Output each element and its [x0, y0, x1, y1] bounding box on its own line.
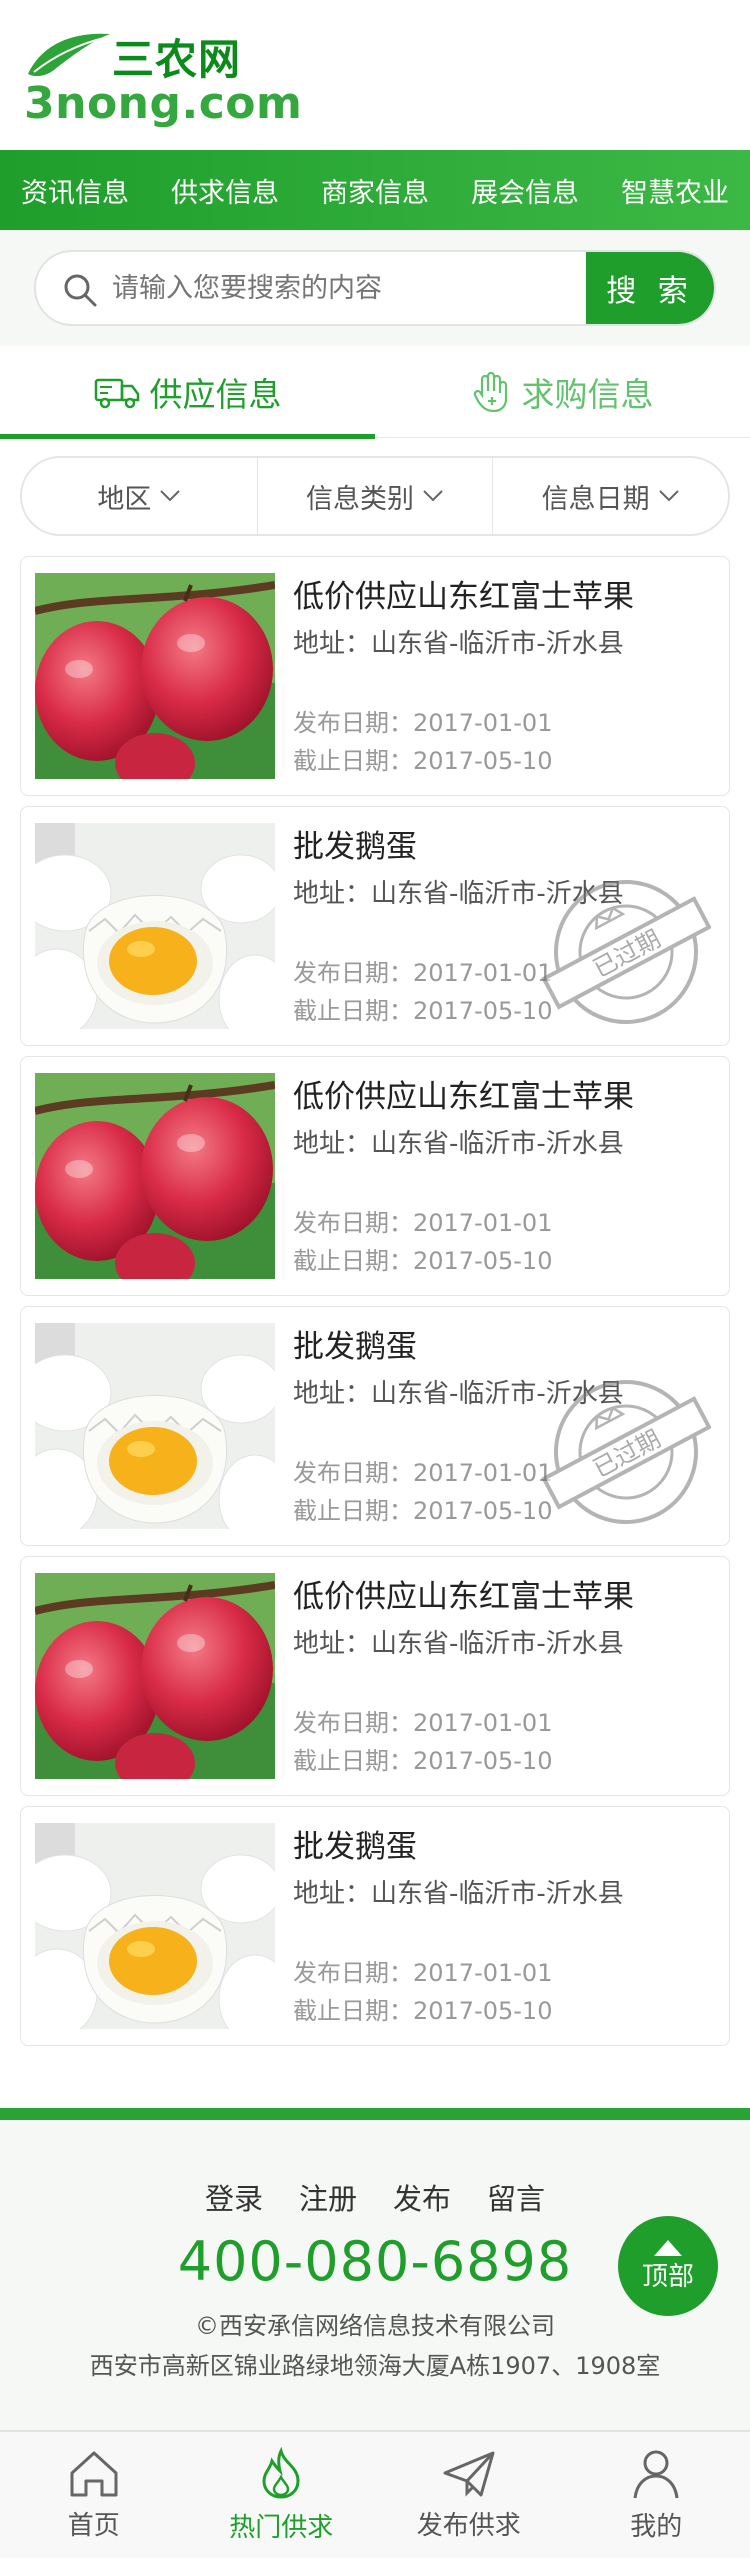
listing-card[interactable]: 批发鹅蛋 地址：山东省-临沂市-沂水县 发布日期：2017-01-01 截止日期：20…: [20, 806, 730, 1046]
goose-egg-photo[interactable]: [35, 823, 275, 1029]
listing-title[interactable]: 低价供应山东红富士苹果: [293, 571, 634, 616]
hand-icon: [473, 371, 507, 413]
logo-english-text: 3nong.com: [24, 78, 303, 129]
search-bar: 搜 索: [34, 250, 716, 326]
info-tabs: 供应信息 求购信息: [0, 346, 750, 439]
header: 三农网 3nong.com: [0, 0, 750, 150]
nav-item-exhibitions[interactable]: 展会信息: [450, 171, 600, 210]
footer-link-message[interactable]: 留言: [487, 2176, 545, 2218]
search-section: 搜 索: [0, 230, 750, 346]
listing-publish-date: 发布日期：2017-01-01: [293, 1209, 553, 1237]
listing-title[interactable]: 批发鹅蛋: [293, 1821, 417, 1866]
tabbar-home[interactable]: 首页: [0, 2432, 188, 2558]
copyright-company: ©西安承信网络信息技术有限公司: [195, 2312, 555, 2340]
listing-card[interactable]: 批发鹅蛋地址：山东省-临沂市-沂水县 发布日期：2017-01-01 截止日期：20…: [20, 1806, 730, 2046]
footer-link-login[interactable]: 登录: [205, 2176, 263, 2218]
listing-deadline-date: 截止日期：2017-05-10: [293, 1497, 553, 1525]
tabbar-mine[interactable]: 我的: [563, 2432, 750, 2558]
filter-category-label: 信息类别: [306, 483, 414, 515]
tabbar-hot-label: 热门供求: [229, 2512, 334, 2543]
user-icon: [633, 2450, 679, 2498]
truck-icon: [94, 378, 139, 409]
bottom-tab-bar: 首页 热门供求 发布供求 我的: [0, 2430, 750, 2558]
listing-title[interactable]: 低价供应山东红富士苹果: [293, 1071, 634, 1116]
filter-date[interactable]: 信息日期: [493, 458, 728, 534]
listing-title[interactable]: 低价供应山东红富士苹果: [293, 1571, 634, 1616]
main-nav: 资讯信息 供求信息 商家信息 展会信息 智慧农业: [0, 150, 750, 230]
leaf-icon: [28, 33, 110, 77]
search-button[interactable]: 搜 索: [586, 252, 714, 324]
nav-item-merchants[interactable]: 商家信息: [300, 171, 450, 210]
listing-deadline-date: 截止日期：2017-05-10: [293, 1247, 553, 1275]
listing-publish-date: 发布日期：2017-01-01: [293, 1959, 553, 1987]
listing-address: 地址：山东省-临沂市-沂水县: [293, 1129, 624, 1159]
tabbar-home-label: 首页: [67, 2510, 120, 2541]
filter-bar: 地区 信息类别 信息日期: [20, 456, 730, 536]
footer-link-register[interactable]: 注册: [299, 2176, 357, 2218]
tabbar-publish-label: 发布供求: [416, 2510, 521, 2541]
apples-photo[interactable]: [35, 1073, 275, 1279]
listing-list: 低价供应山东红富士苹果 地址：山东省-临沂市-沂水县 发布日期：2017-01-01…: [20, 556, 730, 2056]
apples-photo[interactable]: [35, 1573, 275, 1779]
goose-egg-photo[interactable]: [35, 1823, 275, 2029]
listing-publish-date: 发布日期：2017-01-01: [293, 1459, 553, 1487]
listing-card[interactable]: 低价供应山东红富士苹果地址：山东省-临沂市-沂水县 发布日期：2017-01-01…: [20, 556, 730, 796]
tabbar-mine-label: 我的: [630, 2511, 683, 2542]
tab-supply-label: 供应信息: [149, 375, 282, 414]
caret-up-icon: [654, 2239, 682, 2256]
back-to-top-button[interactable]: 顶部: [618, 2216, 718, 2316]
tab-demand[interactable]: 求购信息: [375, 346, 750, 438]
filter-category[interactable]: 信息类别: [258, 458, 494, 534]
chevron-down-icon: [423, 490, 443, 502]
goose-egg-photo[interactable]: [35, 1323, 275, 1529]
listing-card[interactable]: 批发鹅蛋 地址：山东省-临沂市-沂水县 发布日期：2017-01-01 截止日期：20…: [20, 1306, 730, 1546]
listing-address: 地址：山东省-临沂市-沂水县: [293, 629, 624, 659]
listing-title[interactable]: 批发鹅蛋: [293, 1321, 417, 1366]
back-to-top-label: 顶部: [641, 2261, 694, 2292]
footer-divider: [0, 2108, 750, 2120]
listing-deadline-date: 截止日期：2017-05-10: [293, 997, 553, 1025]
nav-item-supply-demand[interactable]: 供求信息: [150, 171, 300, 210]
listing-deadline-date: 截止日期：2017-05-10: [293, 1747, 553, 1775]
nav-item-smart-agriculture[interactable]: 智慧农业: [600, 171, 750, 210]
listing-card[interactable]: 低价供应山东红富士苹果地址：山东省-临沂市-沂水县 发布日期：2017-01-01…: [20, 1556, 730, 1796]
flame-icon: [262, 2446, 300, 2499]
listing-deadline-date: 截止日期：2017-05-10: [293, 747, 553, 775]
nav-item-news[interactable]: 资讯信息: [0, 171, 150, 210]
expired-stamp: 已过期: [541, 1367, 712, 1537]
listing-address: 地址：山东省-临沂市-沂水县: [293, 1879, 624, 1909]
listing-card[interactable]: 低价供应山东红富士苹果地址：山东省-临沂市-沂水县 发布日期：2017-01-01…: [20, 1056, 730, 1296]
expired-stamp: 已过期: [541, 867, 712, 1037]
listing-publish-date: 发布日期：2017-01-01: [293, 959, 553, 987]
listing-publish-date: 发布日期：2017-01-01: [293, 1709, 553, 1737]
tabbar-hot[interactable]: 热门供求: [188, 2432, 376, 2558]
footer: 登录 注册 发布 留言 400-080-6898 ©西安承信网络信息技术有限公司…: [0, 2120, 750, 2430]
filter-region-label: 地区: [97, 483, 152, 515]
paper-plane-icon: [443, 2451, 495, 2497]
site-logo[interactable]: 三农网 3nong.com: [24, 26, 302, 129]
listing-deadline-date: 截止日期：2017-05-10: [293, 1997, 553, 2025]
listing-address: 地址：山东省-临沂市-沂水县: [293, 1629, 624, 1659]
filter-date-label: 信息日期: [541, 483, 650, 515]
search-icon: [64, 274, 97, 307]
chevron-down-icon: [658, 490, 679, 502]
tabbar-publish[interactable]: 发布供求: [375, 2432, 563, 2558]
search-input[interactable]: [112, 252, 582, 324]
company-address: 西安市高新区锦业路绿地领海大厦A栋1907、1908室: [89, 2352, 661, 2380]
footer-link-publish[interactable]: 发布: [393, 2176, 451, 2218]
chevron-down-icon: [160, 490, 181, 502]
apples-photo[interactable]: [35, 573, 275, 779]
home-icon: [70, 2451, 118, 2496]
tab-demand-label: 求购信息: [521, 375, 654, 414]
footer-links: 登录 注册 发布 留言: [0, 2176, 750, 2218]
filter-region[interactable]: 地区: [22, 458, 258, 534]
listing-title[interactable]: 批发鹅蛋: [293, 821, 417, 866]
tab-supply[interactable]: 供应信息: [0, 346, 375, 439]
listing-publish-date: 发布日期：2017-01-01: [293, 709, 553, 737]
